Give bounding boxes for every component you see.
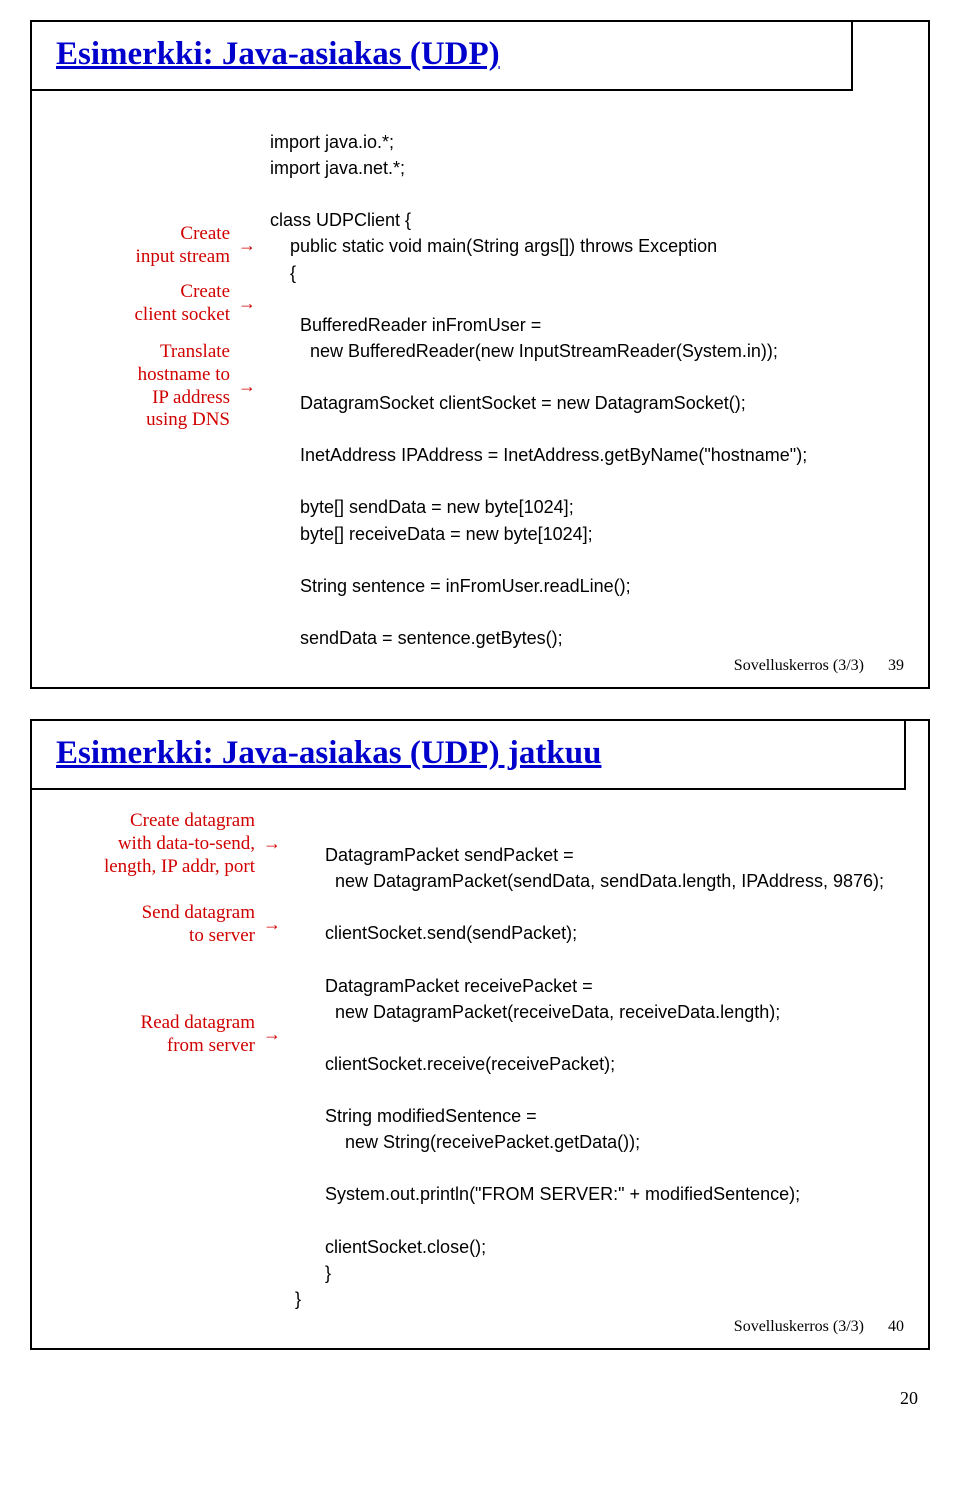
code-line: new BufferedReader(new InputStreamReader…: [270, 341, 778, 361]
code-line: BufferedReader inFromUser =: [270, 315, 541, 335]
code-line: byte[] receiveData = new byte[1024];: [270, 524, 593, 544]
label-send-datagram: Send datagram to server: [142, 902, 277, 948]
code-line: clientSocket.receive(receivePacket);: [295, 1054, 615, 1074]
code-line: sendData = sentence.getBytes();: [270, 628, 563, 648]
code-line: }: [295, 1263, 331, 1283]
code-line: new DatagramPacket(receiveData, receiveD…: [295, 1002, 780, 1022]
arrow-icon: Read datagram from server: [141, 1012, 277, 1058]
code-line: String modifiedSentence =: [295, 1106, 537, 1126]
code-line: import java.net.*;: [270, 158, 405, 178]
slide-footer: Sovelluskerros (3/3) 39: [734, 657, 904, 675]
label-text: Create client socket: [135, 281, 231, 325]
slide-2: Esimerkki: Java-asiakas (UDP) jatkuu Cre…: [30, 719, 930, 1350]
code-line: clientSocket.send(sendPacket);: [295, 923, 577, 943]
left-annotations: Create input stream Create client socket…: [52, 103, 252, 677]
document-page-number: 20: [0, 1380, 960, 1433]
arrow-icon: Translate hostname to IP address using D…: [138, 341, 252, 432]
code-line: clientSocket.close();: [295, 1237, 486, 1257]
code-line: new DatagramPacket(sendData, sendData.le…: [295, 871, 884, 891]
label-text: Translate hostname to IP address using D…: [138, 341, 230, 430]
footer-page: 39: [888, 657, 904, 674]
title-box: Esimerkki: Java-asiakas (UDP): [32, 22, 853, 91]
label-text: Send datagram to server: [142, 902, 255, 946]
code-line: DatagramPacket receivePacket =: [295, 976, 593, 996]
arrow-icon: Create input stream: [136, 223, 252, 269]
arrow-icon: Create datagram with data-to-send, lengt…: [104, 810, 277, 878]
arrow-icon: Create client socket: [135, 281, 253, 327]
code-line: public static void main(String args[]) t…: [270, 236, 717, 256]
code-line: class UDPClient {: [270, 210, 411, 230]
slide-1: Esimerkki: Java-asiakas (UDP) Create inp…: [30, 20, 930, 689]
code-line: DatagramPacket sendPacket =: [295, 845, 574, 865]
code-block: import java.io.*; import java.net.*; cla…: [252, 103, 807, 677]
label-create-datagram: Create datagram with data-to-send, lengt…: [104, 810, 277, 878]
title-box: Esimerkki: Java-asiakas (UDP) jatkuu: [32, 721, 906, 790]
code-line: InetAddress IPAddress = InetAddress.getB…: [270, 445, 807, 465]
footer-label: Sovelluskerros (3/3): [734, 1318, 864, 1335]
left-annotations: Create datagram with data-to-send, lengt…: [52, 816, 277, 1338]
label-text: Read datagram from server: [141, 1012, 255, 1056]
code-block: DatagramPacket sendPacket = new Datagram…: [277, 816, 884, 1338]
code-line: byte[] sendData = new byte[1024];: [270, 497, 574, 517]
code-line: String sentence = inFromUser.readLine();: [270, 576, 631, 596]
arrow-icon: Send datagram to server: [142, 902, 277, 948]
slide-footer: Sovelluskerros (3/3) 40: [734, 1318, 904, 1336]
code-line: {: [270, 263, 296, 283]
label-read-datagram: Read datagram from server: [141, 1012, 277, 1058]
label-translate-hostname: Translate hostname to IP address using D…: [138, 341, 252, 432]
code-line: }: [295, 1289, 301, 1309]
label-text: Create input stream: [136, 223, 230, 267]
footer-page: 40: [888, 1318, 904, 1335]
code-line: new String(receivePacket.getData());: [295, 1132, 640, 1152]
label-create-client-socket: Create client socket: [135, 281, 253, 327]
label-text: Create datagram with data-to-send, lengt…: [104, 810, 255, 877]
slide-content: Create input stream Create client socket…: [32, 91, 928, 687]
code-line: DatagramSocket clientSocket = new Datagr…: [270, 393, 746, 413]
label-create-input-stream: Create input stream: [136, 223, 252, 269]
slide-title: Esimerkki: Java-asiakas (UDP) jatkuu: [56, 735, 880, 772]
slide-content: Create datagram with data-to-send, lengt…: [32, 790, 928, 1348]
code-line: import java.io.*;: [270, 132, 394, 152]
slide-title: Esimerkki: Java-asiakas (UDP): [56, 36, 827, 73]
code-line: System.out.println("FROM SERVER:" + modi…: [295, 1184, 800, 1204]
footer-label: Sovelluskerros (3/3): [734, 657, 864, 674]
